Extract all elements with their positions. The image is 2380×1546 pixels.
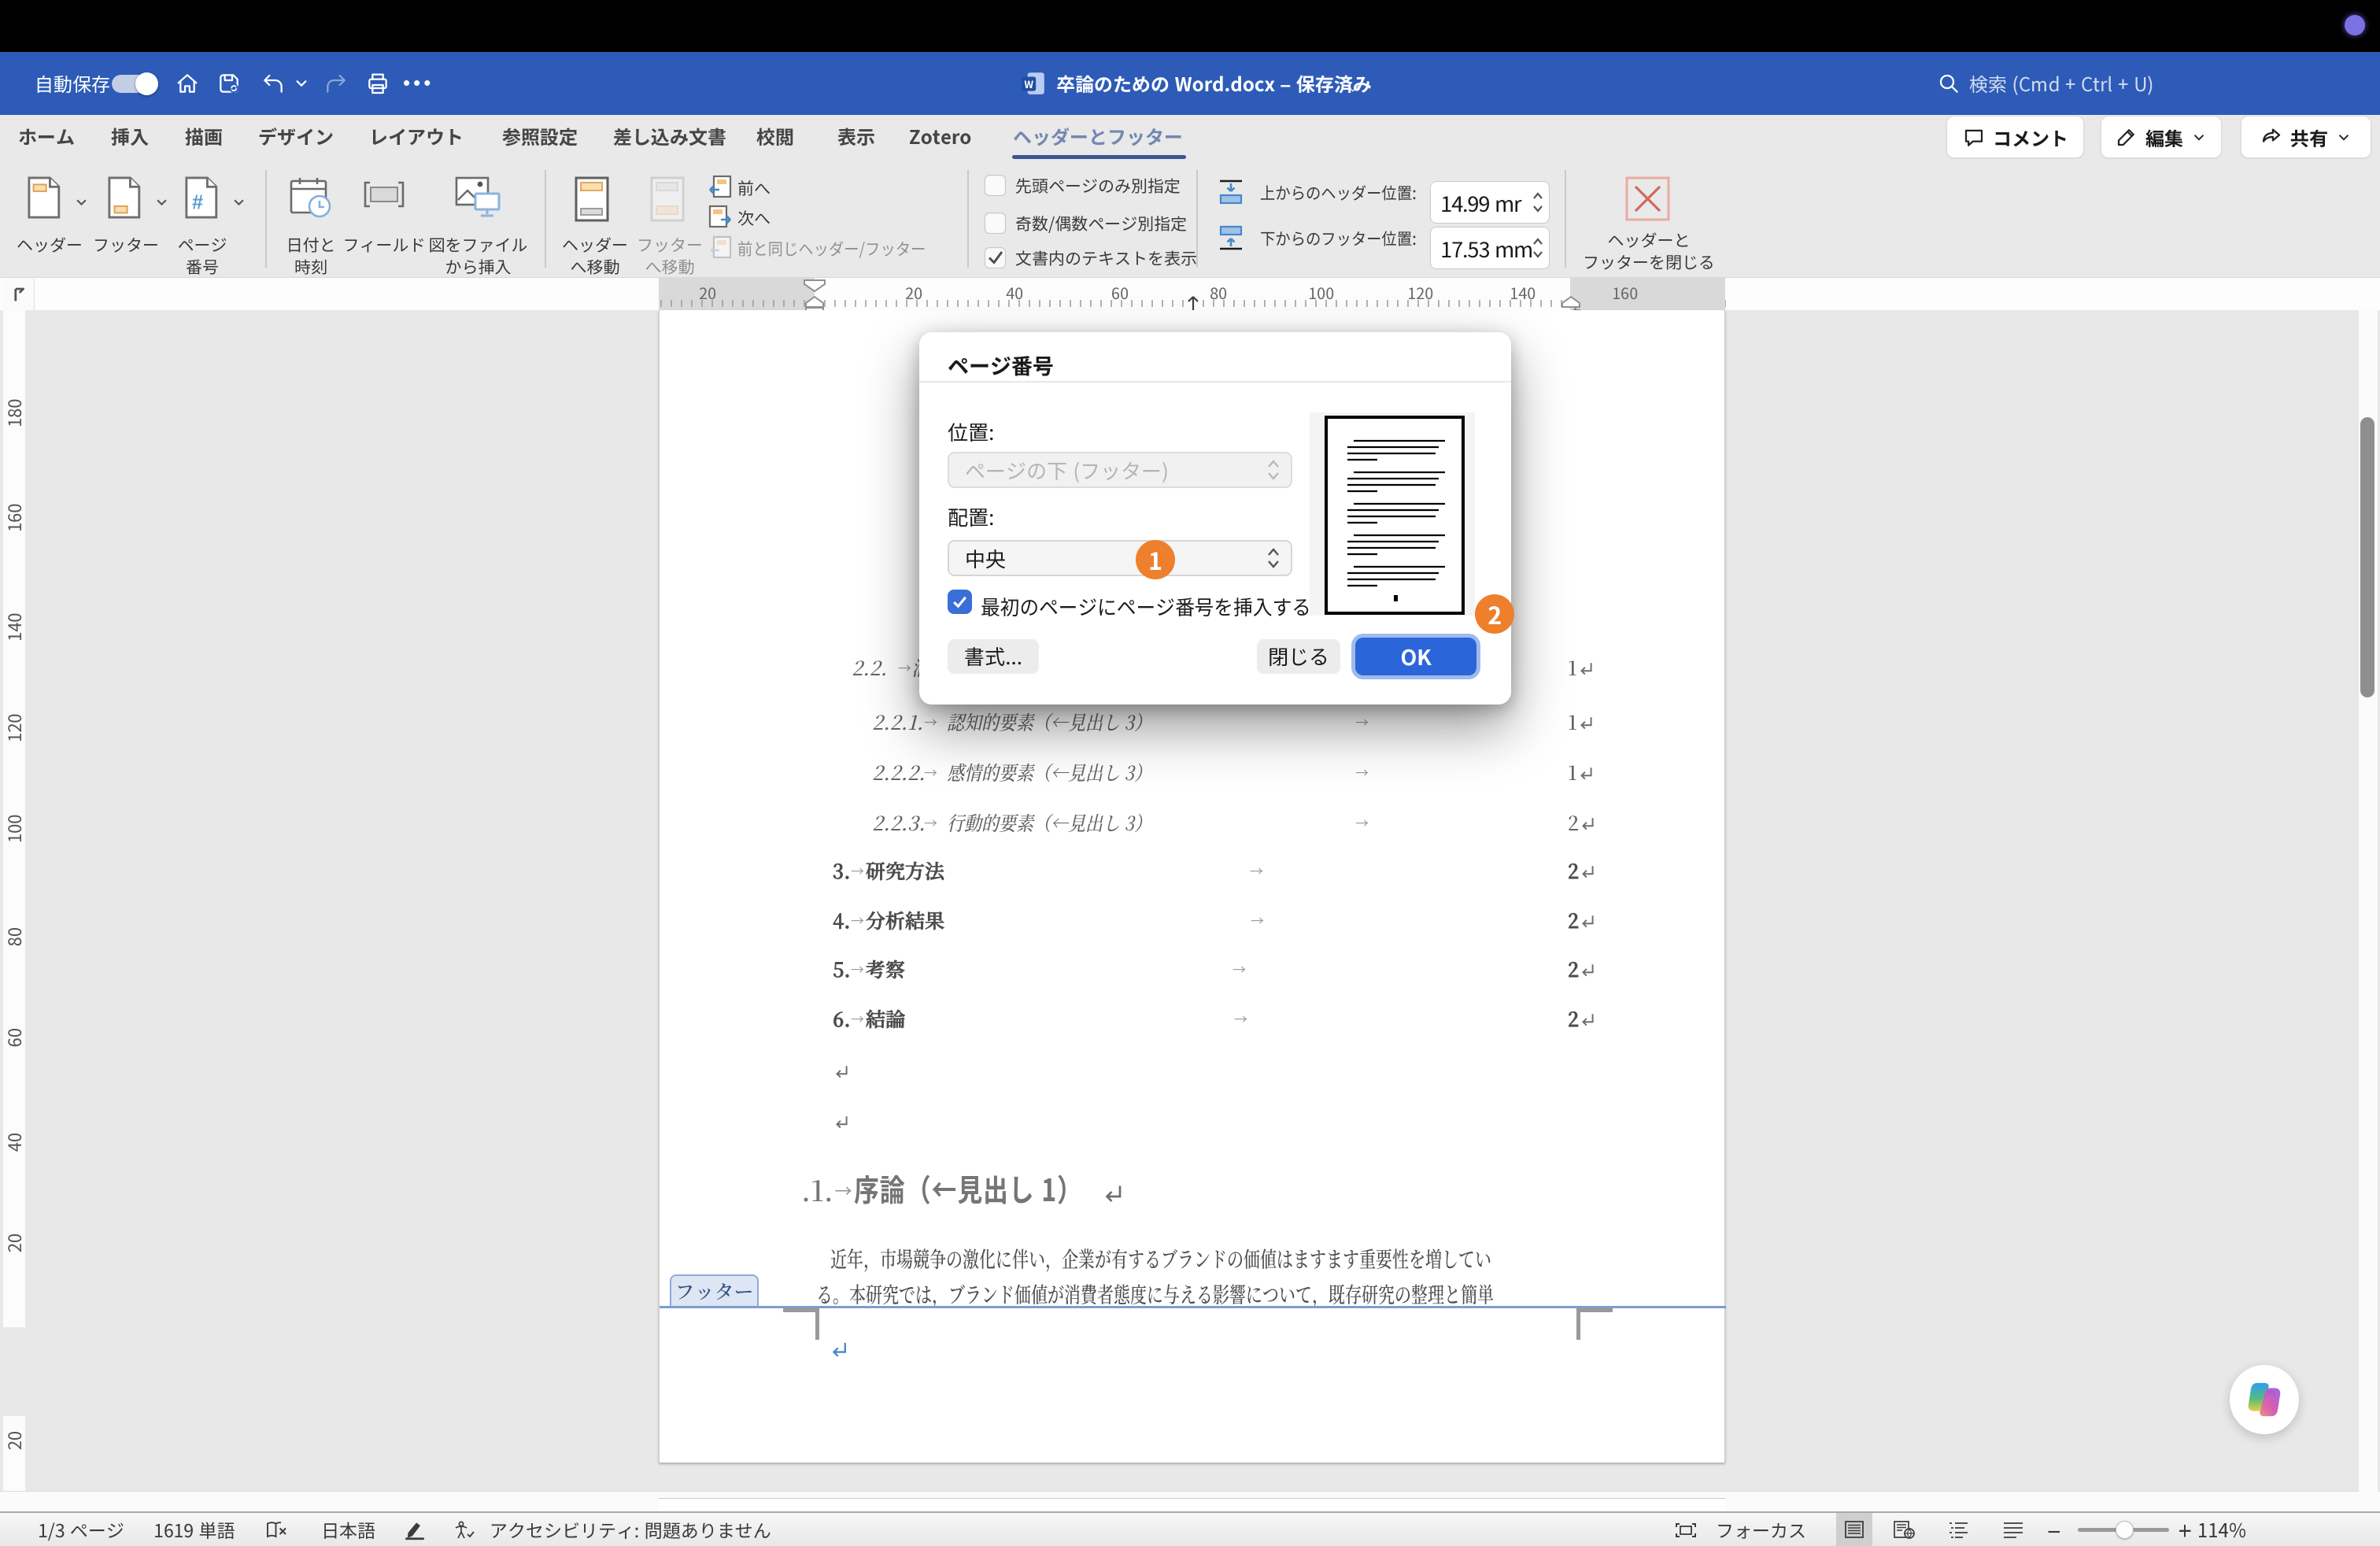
svg-text:#: # (192, 187, 203, 216)
svg-text:W: W (1024, 76, 1033, 91)
